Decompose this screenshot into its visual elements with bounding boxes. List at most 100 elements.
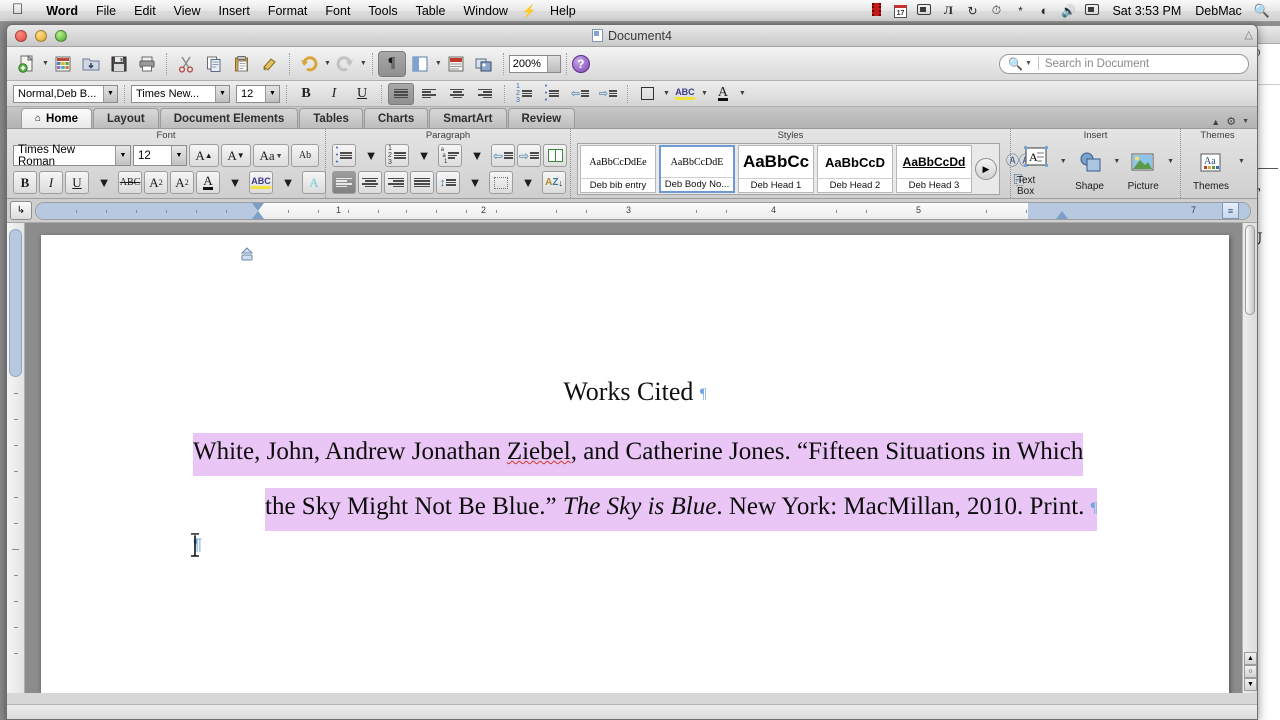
ribbon-increase-indent-button[interactable]: ⇨ [517,144,541,167]
first-line-indent-marker[interactable] [252,202,264,211]
document-vertical-scrollbar[interactable]: ▲ ○ ▼ [1242,223,1257,693]
insert-shape-button[interactable]: Shape [1071,147,1109,192]
text-effects-button[interactable]: A [302,171,326,194]
show-gridlines-button[interactable] [543,144,567,167]
spotlight-search-icon[interactable]: 🔍 [1248,3,1280,19]
font-combo-caret[interactable]: ▼ [215,85,229,102]
tab-home[interactable]: ⌂ Home [21,108,92,128]
redo-caret[interactable]: ▼ [360,60,367,67]
menu-item-window[interactable]: Window [455,1,517,21]
toolbar-toggle-icon[interactable]: △ [1245,28,1253,41]
volume-icon[interactable]: 🔊 [1056,4,1080,18]
movie-icon[interactable] [864,2,888,19]
tab-tables[interactable]: Tables [299,108,363,128]
copy-button[interactable] [200,51,228,77]
menu-item-table[interactable]: Table [407,1,455,21]
menu-item-word[interactable]: Word [37,1,87,21]
grow-font-button[interactable]: A ▲ [189,144,219,167]
align-justify-button[interactable] [388,82,414,105]
battery-icon[interactable] [1080,3,1104,18]
insert-picture-button[interactable]: Picture [1124,147,1162,192]
bibliography-line-1[interactable]: White, John, Andrew Jonathan Ziebel, and… [193,433,1084,477]
app-icon[interactable]: Л [936,3,960,18]
gallery-button[interactable] [442,51,470,77]
sort-button[interactable]: A Z ↓ [542,171,566,194]
print-button[interactable] [133,51,161,77]
save-button[interactable] [105,51,133,77]
left-indent-marker[interactable] [252,210,264,219]
shading-button[interactable] [489,171,513,194]
ribbon-bulleted-list-button[interactable]: • • • [332,144,356,167]
ribbon-decrease-indent-button[interactable]: ⇦ [491,144,515,167]
menu-item-file[interactable]: File [87,1,125,21]
ribbon-italic-button[interactable]: I [39,171,63,194]
styles-scroll-more-button[interactable]: ▶ [975,158,997,180]
vertical-scroll-thumb[interactable] [1245,225,1255,315]
bulleted-list-caret[interactable]: ▼ [359,144,383,167]
ribbon-highlight-caret[interactable]: ▼ [276,171,300,194]
strikethrough-button[interactable]: ABC [118,171,142,194]
cut-button[interactable] [172,51,200,77]
menu-item-font[interactable]: Font [316,1,359,21]
style-combo-caret[interactable]: ▼ [103,85,117,102]
underline-button[interactable]: U [349,83,375,105]
calendar-icon[interactable]: 17 [888,4,912,18]
ribbon-bold-button[interactable]: B [13,171,37,194]
open-button[interactable] [77,51,105,77]
ribbon-settings-caret[interactable]: ▼ [1242,118,1249,125]
underline-caret[interactable]: ▼ [92,171,116,194]
insert-text-box-button[interactable]: A Text Box [1017,141,1055,197]
menu-item-view[interactable]: View [165,1,210,21]
menu-item-edit[interactable]: Edit [125,1,165,21]
tab-stop-selector[interactable]: ↳ [10,201,32,220]
zoom-stepper[interactable] [546,55,560,72]
paste-button[interactable] [228,51,256,77]
align-left-button[interactable] [416,83,442,105]
window-titlebar[interactable]: Document4 △ [7,25,1257,47]
align-right-button[interactable] [472,83,498,105]
redo-button[interactable] [331,51,359,77]
ribbon-font-size-caret[interactable]: ▼ [171,146,186,165]
undo-caret[interactable]: ▼ [324,60,331,67]
highlight-caret[interactable]: ▼ [701,90,708,97]
new-document-caret[interactable]: ▼ [42,60,49,67]
right-indent-marker[interactable] [1056,210,1068,219]
menu-item-format[interactable]: Format [259,1,317,21]
subscript-button[interactable]: A2 [170,171,194,194]
bluetooth-icon[interactable]: * [1008,4,1032,18]
ribbon-align-center-button[interactable] [358,171,382,194]
ribbon-font-name-caret[interactable]: ▼ [115,146,130,165]
borders-caret[interactable]: ▼ [663,90,670,97]
apple-menu-icon[interactable]:  [12,2,23,17]
undo-button[interactable] [295,51,323,77]
size-combo[interactable]: 12 ▼ [236,84,280,103]
bibliography-line-2[interactable]: the Sky Might Not Be Blue.” The Sky is B… [265,488,1098,532]
font-color-button[interactable]: A [710,83,736,105]
line-spacing-button[interactable]: ↕ [436,171,460,194]
vertical-ruler[interactable] [7,223,25,693]
timemachine-icon[interactable]: ⏱ [984,3,1008,18]
media-browser-button[interactable] [470,51,498,77]
menu-item-tools[interactable]: Tools [359,1,406,21]
flash-icon[interactable]: ⚡ [517,4,541,18]
multilevel-list-caret[interactable]: ▼ [465,144,489,167]
ribbon-font-size-combo[interactable]: 12 ▼ [133,145,187,166]
search-in-document[interactable]: 🔍 ▼ Search in Document [999,53,1249,74]
menubar-user[interactable]: DebMac [1189,4,1248,18]
scroll-down-button[interactable]: ▼ [1244,678,1257,691]
style-combo[interactable]: Normal,Deb B... ▼ [13,84,118,103]
sidebar-caret[interactable]: ▼ [435,60,442,67]
increase-indent-button[interactable]: ⇨ [595,83,621,105]
hanging-indent-marker[interactable] [240,247,254,263]
superscript-button[interactable]: A2 [144,171,168,194]
tab-smartart[interactable]: SmartArt [429,108,507,128]
bold-button[interactable]: B [293,83,319,105]
help-button[interactable]: ? [571,54,590,73]
document-horizontal-scrollbar[interactable] [7,704,1257,719]
font-combo[interactable]: Times New... ▼ [131,84,230,103]
tab-document-elements[interactable]: Document Elements [159,108,299,128]
numbered-list-button[interactable]: 123 [511,83,537,105]
show-formatting-marks-button[interactable]: ¶ [377,50,406,77]
picture-caret[interactable]: ▼ [1167,158,1174,165]
multilevel-list-button[interactable]: a a 1 [438,144,462,167]
